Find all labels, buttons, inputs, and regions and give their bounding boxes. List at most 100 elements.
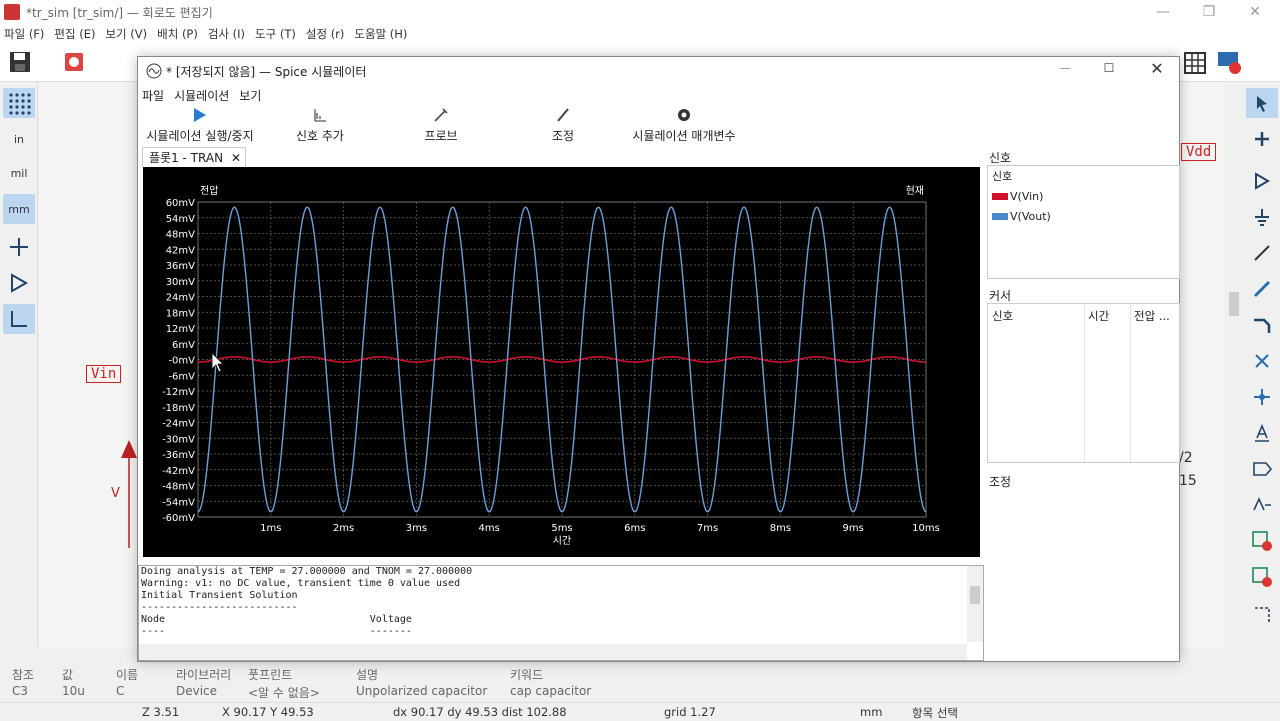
- menu-edit[interactable]: 편집 (E): [54, 26, 95, 42]
- prop-ref-value: C3: [12, 684, 29, 698]
- signal-row-vin[interactable]: V(Vin): [988, 186, 1179, 206]
- sim-menu-simulation[interactable]: 시뮬레이션: [174, 87, 229, 104]
- log-scroll-thumb[interactable]: [970, 586, 980, 604]
- wire-icon: [1254, 245, 1270, 261]
- bom-icon[interactable]: [1216, 50, 1244, 76]
- x-tick-label: 5ms: [551, 523, 572, 534]
- log-line: ---- -------: [141, 626, 412, 637]
- units-mil-button[interactable]: mil: [3, 158, 35, 188]
- status-delta: dx 90.17 dy 49.53 dist 102.88: [393, 705, 567, 719]
- app-icon: [4, 4, 20, 20]
- schematic-setup-icon[interactable]: [62, 50, 86, 74]
- net-label-tool[interactable]: [1246, 418, 1278, 448]
- maximize-button[interactable]: ❐: [1186, 0, 1232, 24]
- select-tool[interactable]: [1246, 88, 1278, 118]
- plot-tab[interactable]: 플롯1 - TRAN ✕: [142, 147, 246, 167]
- tune-button[interactable]: 조정: [540, 107, 586, 144]
- units-mm-button[interactable]: mm: [3, 194, 35, 224]
- probe-button[interactable]: 프로브: [416, 107, 466, 144]
- sim-minimize-button[interactable]: —: [1050, 61, 1080, 81]
- vertical-scroll-thumb[interactable]: [1229, 292, 1239, 316]
- log-line: Initial Transient Solution: [141, 590, 298, 601]
- signal-row-vout[interactable]: V(Vout): [988, 206, 1179, 226]
- hidden-pins-button[interactable]: [3, 268, 35, 298]
- signals-list[interactable]: 신호 V(Vin) V(Vout): [987, 165, 1180, 279]
- add-symbol-tool[interactable]: [1246, 166, 1278, 196]
- transient-plot[interactable]: 60mV 54mV 48mV 42mV 36mV 30mV 24mV 18mV 12mV 6mV -…: [143, 167, 980, 557]
- x-tick-label: 8ms: [770, 523, 791, 534]
- wire-angle-button[interactable]: [3, 304, 35, 334]
- log-line: Warning: v1: no DC value, transient time…: [141, 578, 461, 589]
- plot-tab-close-icon[interactable]: ✕: [231, 151, 241, 165]
- minimize-button[interactable]: —: [1140, 0, 1186, 24]
- x-tick-label: 6ms: [624, 523, 645, 534]
- no-connect-tool[interactable]: [1246, 346, 1278, 376]
- cursor-col-time: 시간: [1088, 309, 1110, 323]
- prop-value-value: 10u: [62, 684, 85, 698]
- status-bar: Z 3.51 X 90.17 Y 49.53 dx 90.17 dy 49.53…: [0, 702, 1280, 720]
- save-icon[interactable]: [8, 50, 32, 74]
- vertical-scrollbar[interactable]: [1225, 82, 1243, 648]
- x-tick-label: 1ms: [260, 523, 281, 534]
- y-tick-label: -60mV: [162, 513, 195, 524]
- sim-menu-file[interactable]: 파일: [142, 87, 164, 104]
- vin-label[interactable]: Vin: [86, 365, 122, 383]
- log-hscrollbar[interactable]: [139, 644, 967, 660]
- cursors-table[interactable]: 신호 시간 전압 ...: [987, 303, 1180, 463]
- menu-view[interactable]: 보기 (V): [105, 26, 147, 42]
- add-wire-tool[interactable]: [1246, 238, 1278, 268]
- units-inch-button[interactable]: in: [3, 124, 35, 154]
- x-tick-label: 4ms: [479, 523, 500, 534]
- sim-params-button[interactable]: 시뮬레이션 매개변수: [624, 107, 744, 144]
- label-icon: [1255, 423, 1269, 442]
- log-line: Node Voltage: [141, 614, 412, 625]
- y-tick-label: 48mV: [166, 230, 195, 241]
- y-tick-label: -18mV: [162, 403, 195, 414]
- import-sheet-pin-tool[interactable]: [1246, 562, 1278, 592]
- cursor-shape-button[interactable]: [3, 232, 35, 262]
- table-icon[interactable]: [1184, 52, 1206, 74]
- y-tick-label: 60mV: [166, 198, 195, 209]
- y-tick-label: 12mV: [166, 324, 195, 335]
- grid-toggle-button[interactable]: [3, 88, 35, 118]
- add-bus-tool[interactable]: [1246, 274, 1278, 304]
- junction-tool[interactable]: [1246, 382, 1278, 412]
- vdd-label[interactable]: Vdd: [1181, 143, 1217, 161]
- menu-tools[interactable]: 도구 (T): [255, 26, 296, 42]
- highlight-net-tool[interactable]: [1246, 124, 1278, 154]
- prop-desc-header: 설명: [356, 668, 379, 682]
- menu-file[interactable]: 파일 (F): [4, 26, 44, 42]
- sim-maximize-button[interactable]: ☐: [1094, 61, 1124, 81]
- x-axis-label: 시간: [553, 535, 571, 547]
- menu-place[interactable]: 배치 (P): [157, 26, 198, 42]
- log-line: --------------------------: [141, 602, 298, 613]
- signal-color-swatch: [992, 212, 1008, 220]
- y-tick-label: -54mV: [162, 497, 195, 508]
- hier-label-icon: [1253, 497, 1271, 511]
- y-tick-label: 24mV: [166, 293, 195, 304]
- voltage-source-symbol[interactable]: [119, 438, 139, 548]
- log-scrollbar[interactable]: [967, 566, 983, 642]
- prop-value-header: 값: [62, 668, 74, 682]
- add-signal-button[interactable]: 신호 추가: [288, 107, 352, 144]
- run-stop-button[interactable]: 시뮬레이션 실행/중지: [140, 107, 260, 144]
- status-zoom: Z 3.51: [142, 705, 180, 719]
- menu-help[interactable]: 도움말 (H): [354, 26, 407, 42]
- sim-menu-view[interactable]: 보기: [239, 87, 261, 104]
- add-sheet-tool[interactable]: [1246, 526, 1278, 556]
- y-tick-label: -0mV: [168, 356, 195, 367]
- signals-caption: 신호: [989, 151, 1012, 165]
- add-power-tool[interactable]: [1246, 202, 1278, 232]
- hier-label-tool[interactable]: [1246, 490, 1278, 520]
- global-label-tool[interactable]: [1246, 454, 1278, 484]
- bus-entry-icon: [1254, 318, 1271, 333]
- grid-icon: [9, 93, 31, 115]
- sim-close-button[interactable]: ✕: [1142, 59, 1172, 79]
- bus-entry-tool[interactable]: [1246, 310, 1278, 340]
- graphic-line-tool[interactable]: [1246, 600, 1278, 630]
- menu-inspect[interactable]: 검사 (I): [208, 26, 245, 42]
- arrow-cursor-icon: [1257, 96, 1267, 112]
- close-button[interactable]: ✕: [1232, 0, 1278, 24]
- units-inch-label: in: [13, 132, 25, 146]
- menu-settings[interactable]: 설정 (r): [306, 26, 345, 42]
